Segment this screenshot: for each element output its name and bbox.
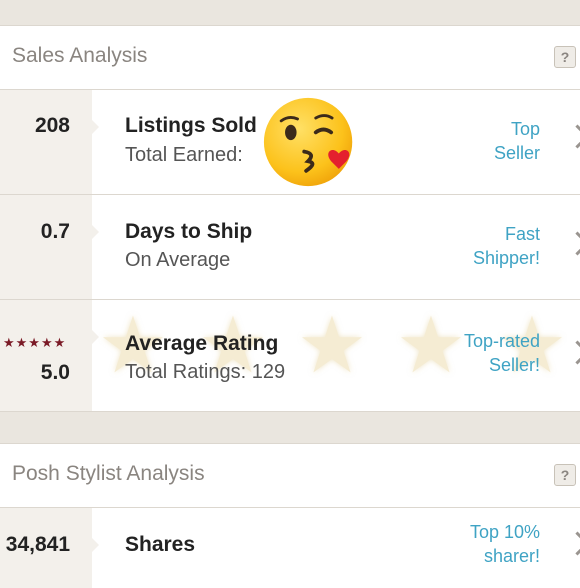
kissing-face-emoji xyxy=(263,97,353,187)
star-icon: ★ xyxy=(297,301,367,389)
days-to-ship-label: Days to Ship xyxy=(125,220,253,243)
badge-line: sharer! xyxy=(483,546,540,566)
posh-stylist-title: Posh Stylist Analysis xyxy=(12,462,205,485)
total-earned-label: Total Earned: xyxy=(125,144,243,166)
badge-line: Top-rated xyxy=(463,331,540,351)
fast-shipper-badge: Fast Shipper! xyxy=(420,222,540,270)
posh-stylist-header: Posh Stylist Analysis ? xyxy=(0,443,580,508)
badge-line: Fast xyxy=(504,224,540,244)
days-to-ship-value: 0.7 xyxy=(40,220,70,243)
shares-label: Shares xyxy=(125,533,196,556)
badge-line: Seller xyxy=(493,143,540,163)
badge-line: Seller! xyxy=(488,355,540,375)
shares-value: 34,841 xyxy=(5,533,70,556)
days-to-ship-row[interactable]: 0.7 Days to Ship On Average Fast Shipper… xyxy=(0,195,580,300)
rating-stars: ★★★★★ xyxy=(3,335,67,350)
chevron-right-icon[interactable] xyxy=(565,231,580,256)
average-rating-row[interactable]: ★ ★ ★ ★ ★ ★★★★★ 5.0 Average Rating Total… xyxy=(0,300,580,412)
sales-analysis-header: Sales Analysis ? xyxy=(0,25,580,90)
stat-column: ★★★★★ 5.0 xyxy=(0,300,99,411)
top-rated-seller-badge: Top-rated Seller! xyxy=(420,329,540,377)
badge-line: Top 10% xyxy=(469,522,540,542)
stat-column: 0.7 xyxy=(0,195,99,299)
top-sharer-badge: Top 10% sharer! xyxy=(420,520,540,568)
chevron-right-icon[interactable] xyxy=(565,531,580,556)
average-rating-label: Average Rating xyxy=(125,332,279,355)
help-icon[interactable]: ? xyxy=(554,464,576,486)
stat-column: 208 xyxy=(0,90,99,194)
listings-sold-label: Listings Sold xyxy=(125,114,257,137)
on-average-label: On Average xyxy=(125,249,231,271)
top-background xyxy=(0,0,580,25)
help-icon[interactable]: ? xyxy=(554,46,576,68)
sales-analysis-title: Sales Analysis xyxy=(12,44,148,67)
badge-line: Top xyxy=(510,119,540,139)
badge-line: Shipper! xyxy=(472,248,540,268)
average-rating-value: 5.0 xyxy=(40,361,70,384)
total-ratings-label: Total Ratings: 129 xyxy=(125,361,286,383)
section-separator xyxy=(0,412,580,444)
listings-sold-value: 208 xyxy=(34,114,70,137)
chevron-right-icon[interactable] xyxy=(565,340,580,365)
stat-column: 34,841 xyxy=(0,508,99,588)
top-seller-badge: Top Seller xyxy=(420,117,540,165)
shares-row[interactable]: 34,841 Shares Top 10% sharer! xyxy=(0,508,580,588)
chevron-right-icon[interactable] xyxy=(565,124,580,149)
